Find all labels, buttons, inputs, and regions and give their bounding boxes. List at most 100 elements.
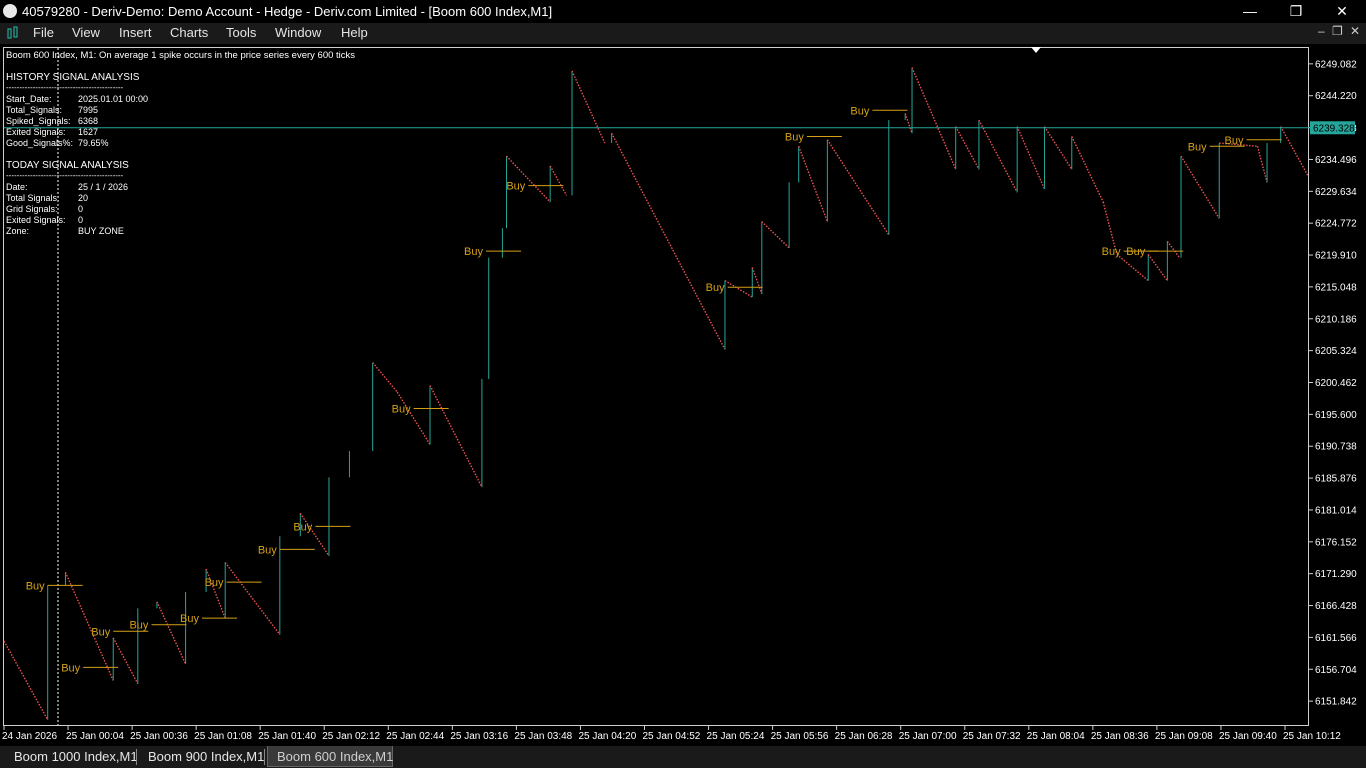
- x-tick-label: 25 Jan 09:08: [1155, 731, 1213, 742]
- today-value: BUY ZONE: [78, 226, 124, 236]
- history-label: Good_Signals%:: [6, 138, 73, 148]
- y-tick-label: 6161.566: [1315, 633, 1357, 644]
- today-label: Grid Signals:: [6, 204, 58, 214]
- menu-tools[interactable]: Tools: [226, 25, 256, 40]
- y-tick-label: 6219.910: [1315, 251, 1357, 262]
- today-label: Zone:: [6, 226, 29, 236]
- today-label: Date:: [6, 182, 28, 192]
- x-tick-label: 25 Jan 00:04: [66, 731, 124, 742]
- buy-signal-label: Buy: [180, 613, 199, 625]
- y-tick-label: 6210.186: [1315, 314, 1357, 325]
- y-tick-label: 6181.014: [1315, 505, 1357, 516]
- window-title: 40579280 - Deriv-Demo: Demo Account - He…: [22, 4, 553, 19]
- x-tick-label: 25 Jan 06:28: [835, 731, 893, 742]
- tab-separator: [136, 749, 137, 765]
- history-title: HISTORY SIGNAL ANALYSIS: [6, 72, 140, 83]
- buy-signal-label: Buy: [850, 105, 869, 117]
- y-tick-label: 6215.048: [1315, 282, 1357, 293]
- tab-boom-900[interactable]: Boom 900 Index,M1: [148, 746, 264, 767]
- x-tick-label: 24 Jan 2026: [2, 731, 57, 742]
- history-value: 6368: [78, 116, 98, 126]
- history-value: 7995: [78, 105, 98, 115]
- history-label: Exited Signals:: [6, 127, 66, 137]
- buy-signal-label: Buy: [392, 403, 411, 415]
- history-value: 2025.01.01 00:00: [78, 94, 148, 104]
- y-tick-label: 6190.738: [1315, 442, 1357, 453]
- mdi-close-button[interactable]: ✕: [1350, 24, 1360, 38]
- menu-window[interactable]: Window: [275, 25, 321, 40]
- menu-insert[interactable]: Insert: [119, 25, 152, 40]
- buy-signal-label: Buy: [61, 662, 80, 674]
- y-tick-label: 6205.324: [1315, 346, 1357, 357]
- x-tick-label: 25 Jan 05:24: [707, 731, 765, 742]
- menu-view[interactable]: View: [72, 25, 100, 40]
- y-tick-label: 6171.290: [1315, 569, 1357, 580]
- x-tick-label: 25 Jan 04:52: [643, 731, 701, 742]
- y-tick-label: 6151.842: [1315, 697, 1357, 708]
- current-price-label: 6239.328: [1313, 123, 1355, 134]
- y-tick-label: 6195.600: [1315, 410, 1357, 421]
- history-value: 79.65%: [78, 138, 109, 148]
- buy-signal-label: Buy: [258, 544, 277, 556]
- chart-header: Boom 600 Index, M1: On average 1 spike o…: [6, 50, 355, 61]
- history-label: Total_Signals:: [6, 105, 62, 115]
- buy-signal-label: Buy: [1225, 135, 1244, 147]
- today-label: Total Signals:: [6, 193, 60, 203]
- buy-signal-label: Buy: [706, 282, 725, 294]
- x-tick-label: 25 Jan 08:04: [1027, 731, 1085, 742]
- today-value: 0: [78, 204, 83, 214]
- maximize-button[interactable]: ❐: [1273, 0, 1319, 23]
- menu-file[interactable]: File: [33, 25, 54, 40]
- menu-bar: File View Insert Charts Tools Window Hel…: [0, 23, 1366, 44]
- buy-signal-label: Buy: [205, 577, 224, 589]
- today-value: 20: [78, 193, 88, 203]
- tab-boom-600[interactable]: Boom 600 Index,M1: [267, 746, 393, 767]
- today-value: 0: [78, 215, 83, 225]
- title-bar: 40579280 - Deriv-Demo: Demo Account - He…: [0, 0, 1366, 23]
- history-divider: ----------------------------------------…: [6, 83, 124, 92]
- close-button[interactable]: ✕: [1319, 0, 1365, 23]
- y-tick-label: 6234.496: [1315, 155, 1357, 166]
- menu-charts[interactable]: Charts: [170, 25, 208, 40]
- mdi-restore-button[interactable]: ❐: [1332, 24, 1343, 38]
- y-tick-label: 6185.876: [1315, 474, 1357, 485]
- buy-signal-label: Buy: [26, 580, 45, 592]
- buy-signal-label: Buy: [293, 521, 312, 533]
- x-tick-label: 25 Jan 03:16: [450, 731, 508, 742]
- price-chart[interactable]: Buy Buy Buy Buy Buy Buy Buy Buy Buy Buy Buy Buy Buy B…: [0, 44, 1366, 746]
- buy-signal-label: Buy: [1188, 141, 1207, 153]
- app-logo-icon: [3, 4, 17, 18]
- x-tick-label: 25 Jan 07:00: [899, 731, 957, 742]
- x-tick-label: 25 Jan 03:48: [514, 731, 572, 742]
- x-tick-label: 25 Jan 04:20: [578, 731, 636, 742]
- history-value: 1627: [78, 127, 98, 137]
- price-axis[interactable]: 6249.082 6244.220 6239.328 6234.496 6229.634…: [1309, 59, 1357, 708]
- x-tick-label: 25 Jan 00:36: [130, 731, 188, 742]
- buy-signal-label: Buy: [1102, 246, 1121, 258]
- chart-tab-bar: Boom 1000 Index,M1 Boom 900 Index,M1 Boo…: [0, 746, 1366, 768]
- buy-signal-label: Buy: [464, 246, 483, 258]
- buy-signal-label: Buy: [129, 620, 148, 632]
- history-label: Start_Date:: [6, 94, 52, 104]
- history-label: Spiked_Signals:: [6, 116, 71, 126]
- y-tick-label: 6176.152: [1315, 537, 1357, 548]
- x-tick-label: 25 Jan 05:56: [771, 731, 829, 742]
- today-title: TODAY SIGNAL ANALYSIS: [6, 160, 129, 171]
- x-tick-label: 25 Jan 07:32: [963, 731, 1021, 742]
- tab-separator: [264, 749, 265, 765]
- tab-boom-1000[interactable]: Boom 1000 Index,M1: [14, 746, 138, 767]
- y-tick-label: 6244.220: [1315, 91, 1357, 102]
- x-tick-label: 25 Jan 01:40: [258, 731, 316, 742]
- x-tick-label: 25 Jan 02:44: [386, 731, 444, 742]
- buy-signal-label: Buy: [506, 181, 525, 193]
- today-value: 25 / 1 / 2026: [78, 182, 128, 192]
- minimize-button[interactable]: —: [1227, 0, 1273, 23]
- mdi-minimize-button[interactable]: –: [1318, 24, 1325, 38]
- y-tick-label: 6229.634: [1315, 187, 1357, 198]
- x-tick-label: 25 Jan 02:12: [322, 731, 380, 742]
- menu-help[interactable]: Help: [341, 25, 368, 40]
- y-tick-label: 6224.772: [1315, 219, 1357, 230]
- x-tick-label: 25 Jan 08:36: [1091, 731, 1149, 742]
- chart-window-icon[interactable]: [7, 26, 19, 40]
- today-divider: ----------------------------------------…: [6, 171, 124, 180]
